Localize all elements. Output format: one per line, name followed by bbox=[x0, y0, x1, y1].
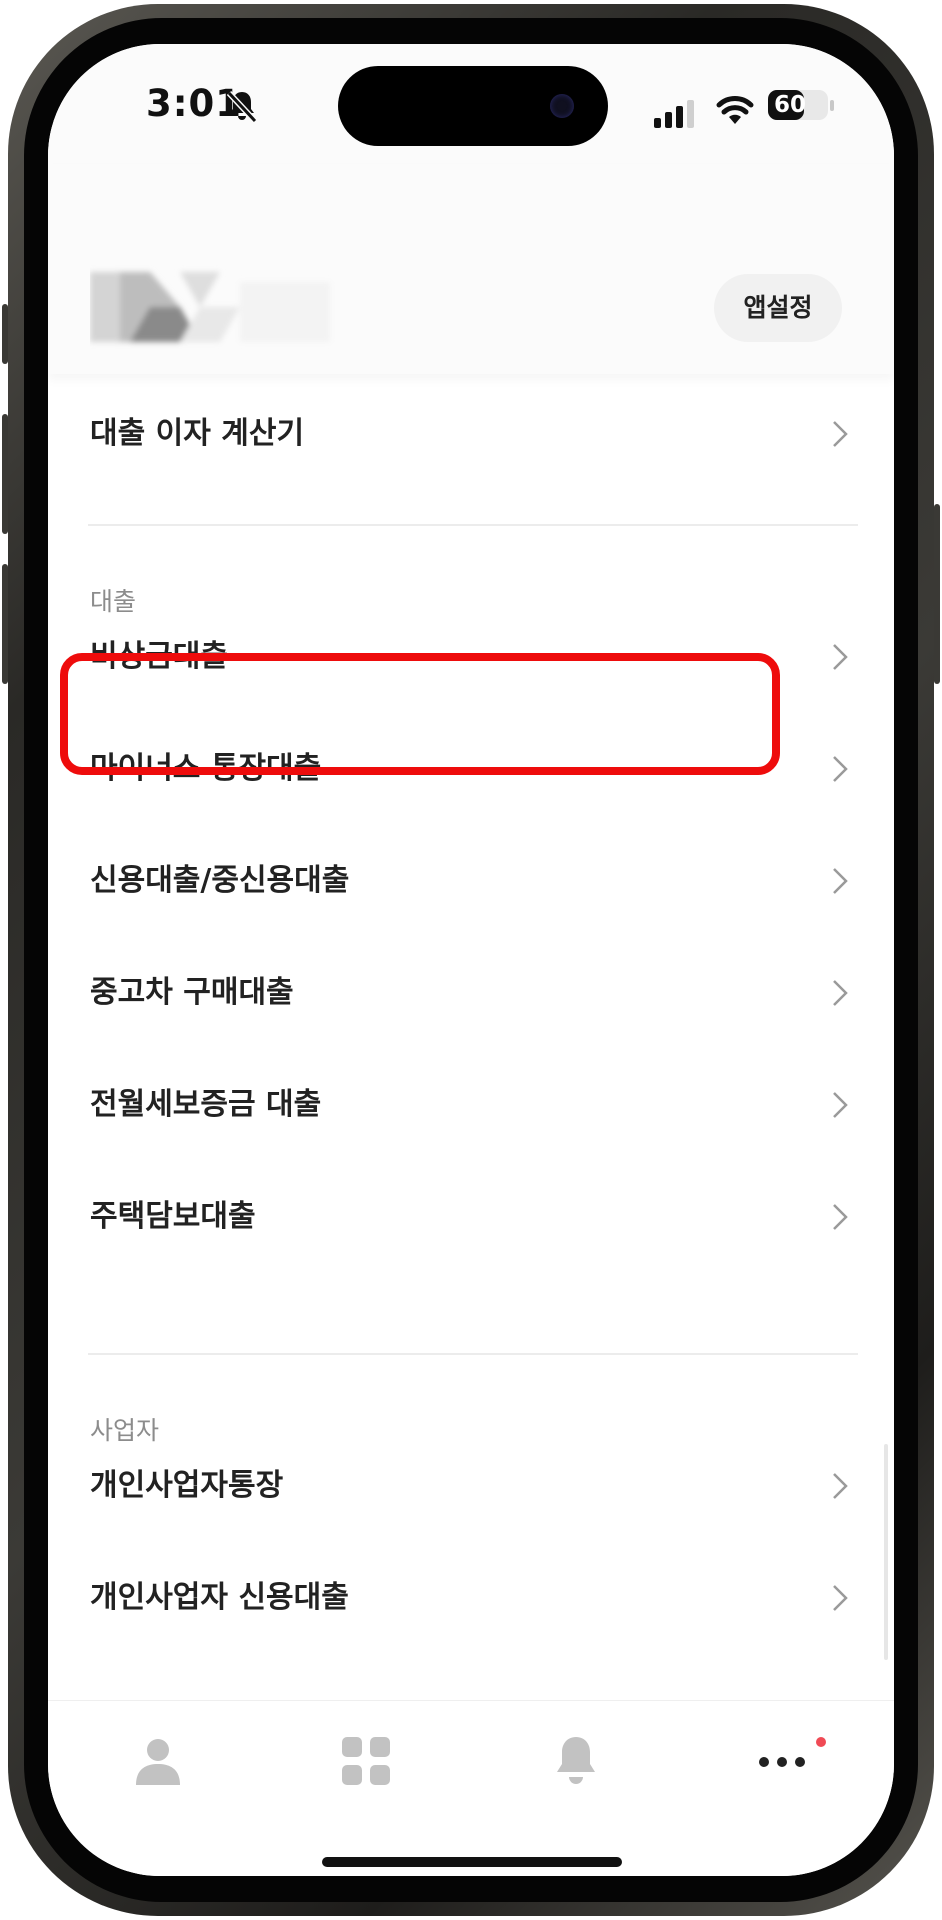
bell-off-icon bbox=[226, 90, 258, 124]
credit-loan-item[interactable]: 신용대출/중신용대출 bbox=[90, 836, 850, 926]
status-bar: 3:01 60 bbox=[48, 44, 894, 164]
section-divider bbox=[88, 1353, 858, 1355]
power-button bbox=[934, 504, 940, 684]
section-divider bbox=[88, 524, 858, 526]
wifi-icon bbox=[716, 96, 754, 124]
camera-icon bbox=[550, 94, 574, 118]
chevron-right-icon bbox=[833, 644, 848, 670]
chevron-right-icon bbox=[833, 1092, 848, 1118]
chevron-right-icon bbox=[833, 1473, 848, 1499]
battery-cap bbox=[830, 100, 834, 111]
volume-up-button bbox=[2, 414, 8, 534]
cellular-signal-icon bbox=[654, 100, 694, 128]
chevron-right-icon bbox=[833, 756, 848, 782]
chevron-right-icon bbox=[833, 980, 848, 1006]
battery-icon: 60 bbox=[768, 90, 828, 120]
battery-percent: 60 bbox=[774, 92, 807, 118]
chevron-right-icon bbox=[833, 1204, 848, 1230]
business-credit-loan-item[interactable]: 개인사업자 신용대출 bbox=[90, 1553, 850, 1643]
dynamic-island bbox=[338, 66, 608, 146]
app-settings-button[interactable]: 앱설정 bbox=[714, 274, 842, 342]
silent-switch bbox=[2, 304, 8, 364]
rent-deposit-loan-item[interactable]: 전월세보증금 대출 bbox=[90, 1060, 850, 1150]
volume-down-button bbox=[2, 564, 8, 684]
list-item-label: 중고차 구매대출 bbox=[90, 975, 294, 1010]
list-item-label: 전월세보증금 대출 bbox=[90, 1087, 322, 1122]
list-item-label: 대출 이자 계산기 bbox=[90, 416, 305, 451]
list-item-label: 개인사업자 신용대출 bbox=[90, 1580, 349, 1615]
business-account-item[interactable]: 개인사업자통장 bbox=[90, 1441, 850, 1531]
chevron-right-icon bbox=[833, 868, 848, 894]
bell-icon[interactable] bbox=[548, 1733, 604, 1789]
tab-bar bbox=[48, 1700, 894, 1876]
more-icon[interactable] bbox=[754, 1733, 810, 1789]
list-item-label: 개인사업자통장 bbox=[90, 1468, 284, 1503]
screen: 3:01 60 앱설정 대출 이자 계산기 대출 비상금대출 마이너스 통장대출… bbox=[48, 44, 894, 1876]
list-item-label: 신용대출/중신용대출 bbox=[90, 863, 350, 898]
loan-interest-calculator-item[interactable]: 대출 이자 계산기 bbox=[90, 389, 850, 479]
grid-icon[interactable] bbox=[338, 1733, 394, 1789]
person-icon[interactable] bbox=[130, 1733, 186, 1789]
notification-badge bbox=[816, 1737, 826, 1747]
mortgage-loan-item[interactable]: 주택담보대출 bbox=[90, 1172, 850, 1262]
scrollbar[interactable] bbox=[884, 1444, 888, 1660]
highlight-box bbox=[60, 653, 780, 775]
used-car-loan-item[interactable]: 중고차 구매대출 bbox=[90, 948, 850, 1038]
list-item-label: 주택담보대출 bbox=[90, 1199, 256, 1234]
chevron-right-icon bbox=[833, 421, 848, 447]
menu-list: 대출 이자 계산기 대출 비상금대출 마이너스 통장대출 신용대출/중신용대출 … bbox=[48, 374, 894, 1744]
header: 앱설정 bbox=[48, 164, 894, 374]
blurred-profile-image bbox=[90, 272, 330, 342]
chevron-right-icon bbox=[833, 1585, 848, 1611]
home-indicator[interactable] bbox=[322, 1857, 622, 1867]
